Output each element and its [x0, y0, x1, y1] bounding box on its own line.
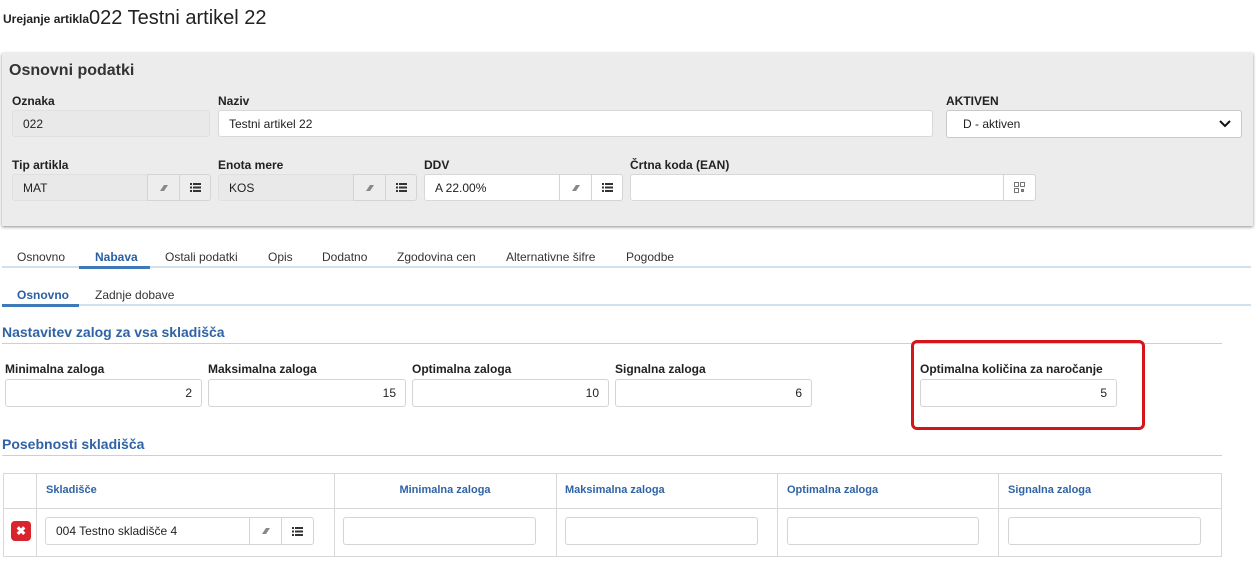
tip-field[interactable]: MAT — [12, 174, 148, 201]
panel-title: Osnovni podatki — [9, 62, 135, 79]
page-title-prefix: Urejanje artikla — [3, 12, 90, 26]
warehouse-list-button[interactable] — [281, 517, 314, 545]
row-signal-input[interactable] — [1008, 517, 1201, 545]
subtab-osnovno[interactable]: Osnovno — [17, 288, 69, 302]
warehouse-field[interactable]: 004 Testno skladišče 4 — [45, 517, 250, 545]
eraser-icon — [159, 184, 168, 191]
tip-list-button[interactable] — [179, 174, 211, 201]
chevron-down-icon — [1219, 120, 1231, 128]
eraser-icon — [571, 184, 580, 191]
tabs-underline — [2, 266, 1251, 268]
col-divider — [998, 473, 999, 557]
stock-section-title: Nastavitev zalog za vsa skladišča — [2, 324, 225, 340]
tab-osnovno[interactable]: Osnovno — [17, 250, 65, 264]
naziv-field[interactable]: Testni artikel 22 — [218, 110, 933, 137]
max-stock-label: Maksimalna zaloga — [208, 362, 317, 376]
signal-stock-input[interactable]: 6 — [615, 379, 812, 407]
ddv-field[interactable]: A 22.00% — [424, 174, 560, 201]
row-opt-input[interactable] — [787, 517, 979, 545]
tab-zgodovina-cen[interactable]: Zgodovina cen — [397, 250, 476, 264]
page-title: 022 Testni artikel 22 — [89, 7, 267, 29]
list-icon — [601, 183, 613, 192]
order-qty-input[interactable]: 5 — [920, 379, 1117, 407]
warehouse-clear-button[interactable] — [249, 517, 282, 545]
tab-nabava-indicator — [79, 266, 150, 269]
enota-clear-button[interactable] — [353, 174, 386, 201]
min-stock-input[interactable]: 2 — [5, 379, 202, 407]
subtab-zadnje-dobave[interactable]: Zadnje dobave — [95, 288, 174, 302]
ddv-clear-button[interactable] — [559, 174, 592, 201]
col-header-opt: Optimalna zaloga — [787, 484, 879, 496]
row-min-input[interactable] — [343, 517, 536, 545]
col-header-min: Minimalna zaloga — [399, 484, 491, 496]
signal-stock-label: Signalna zaloga — [615, 362, 706, 376]
naziv-label: Naziv — [218, 94, 250, 108]
aktiven-select[interactable]: D - aktiven — [946, 110, 1242, 138]
barcode-button[interactable] — [1003, 174, 1036, 201]
list-icon — [292, 526, 303, 536]
col-header-skladisce: Skladišče — [46, 484, 97, 496]
opt-stock-input[interactable]: 10 — [412, 379, 609, 407]
aktiven-value: D - aktiven — [963, 117, 1021, 131]
col-header-signal: Signalna zaloga — [1008, 484, 1092, 496]
qr-code-icon — [1014, 182, 1025, 193]
warehouse-section-divider — [2, 455, 1222, 456]
subtab-osnovno-indicator — [2, 304, 79, 307]
tip-clear-button[interactable] — [147, 174, 180, 201]
tip-label: Tip artikla — [12, 158, 69, 172]
warehouse-section-title: Posebnosti skladišča — [2, 436, 145, 452]
ean-field[interactable] — [630, 174, 1004, 201]
eraser-icon — [365, 184, 374, 191]
col-divider — [777, 473, 778, 557]
order-qty-label: Optimalna količina za naročanje — [920, 362, 1103, 376]
ddv-label: DDV — [424, 158, 450, 172]
oznaka-label: Oznaka — [12, 94, 55, 108]
tab-dodatno[interactable]: Dodatno — [322, 250, 367, 264]
tab-alternativne-sifre[interactable]: Alternativne šifre — [506, 250, 595, 264]
row-max-input[interactable] — [565, 517, 758, 545]
enota-label: Enota mere — [218, 158, 284, 172]
tab-pogodbe[interactable]: Pogodbe — [626, 250, 674, 264]
ean-label: Črtna koda (EAN) — [630, 158, 730, 172]
col-divider — [36, 473, 37, 557]
tab-ostali-podatki[interactable]: Ostali podatki — [165, 250, 238, 264]
min-stock-label: Minimalna zaloga — [5, 362, 105, 376]
table-header-divider — [3, 508, 1222, 509]
delete-row-button[interactable]: ✖ — [11, 521, 31, 541]
list-icon — [395, 183, 407, 192]
subtabs-underline — [2, 304, 1251, 306]
col-header-max: Maksimalna zaloga — [565, 484, 665, 496]
eraser-icon — [261, 528, 270, 534]
tab-nabava[interactable]: Nabava — [95, 250, 138, 264]
ddv-list-button[interactable] — [591, 174, 623, 201]
oznaka-field[interactable]: 022 — [12, 110, 210, 137]
max-stock-input[interactable]: 15 — [208, 379, 406, 407]
enota-list-button[interactable] — [385, 174, 417, 201]
aktiven-label: AKTIVEN — [946, 94, 999, 108]
col-divider — [556, 473, 557, 557]
opt-stock-label: Optimalna zaloga — [412, 362, 512, 376]
enota-field[interactable]: KOS — [218, 174, 354, 201]
list-icon — [189, 183, 201, 192]
tab-opis[interactable]: Opis — [268, 250, 293, 264]
close-icon: ✖ — [15, 524, 27, 538]
